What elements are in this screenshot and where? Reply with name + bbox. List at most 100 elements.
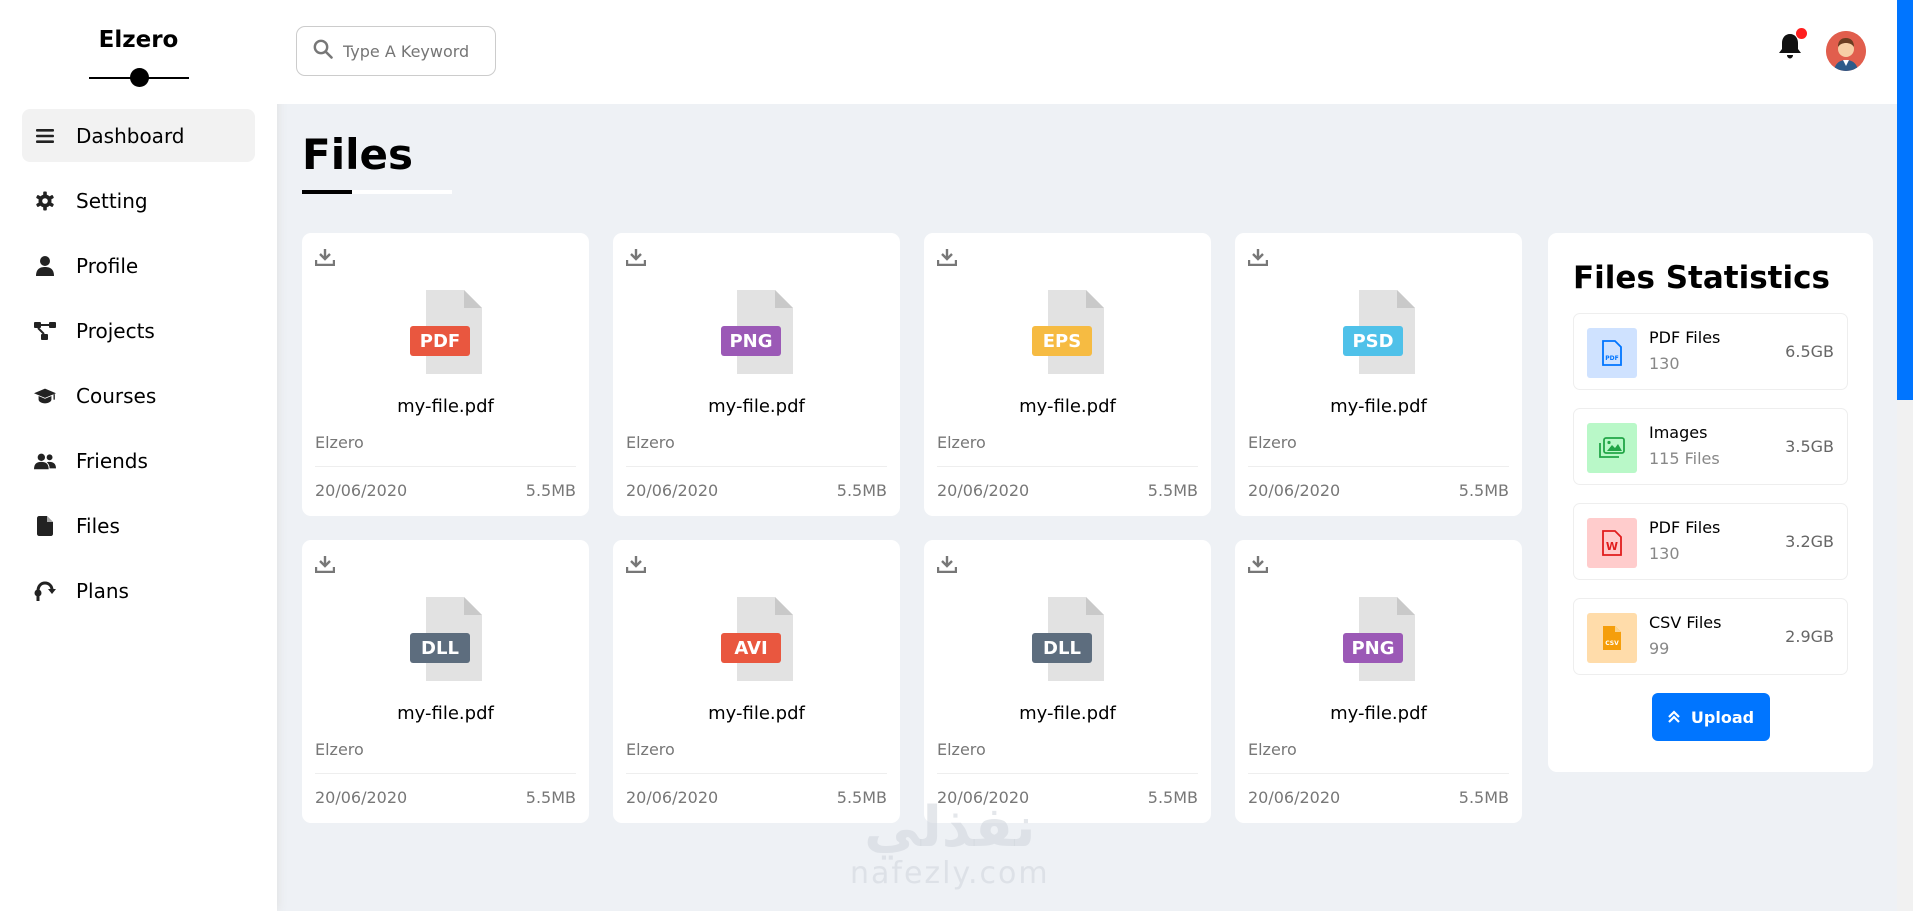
svg-text:CSV: CSV	[1605, 640, 1619, 647]
search-box[interactable]	[296, 26, 496, 76]
svg-text:EPS: EPS	[1043, 331, 1081, 352]
stat-label: PDF Files	[1649, 518, 1721, 537]
sidebar-item-friends[interactable]: Friends	[22, 434, 255, 487]
svg-text:AVI: AVI	[734, 638, 767, 659]
file-date: 20/06/2020	[315, 481, 408, 500]
svg-text:DLL: DLL	[421, 638, 459, 659]
svg-text:PNG: PNG	[1351, 638, 1394, 659]
notification-button[interactable]	[1777, 28, 1807, 64]
svg-text:DLL: DLL	[1043, 638, 1081, 659]
file-type-icon: EPS	[1032, 290, 1112, 374]
file-name: my-file.pdf	[1019, 703, 1116, 724]
stat-count: 130	[1649, 354, 1680, 373]
angles-up-icon	[1667, 710, 1681, 724]
user-icon	[34, 255, 56, 277]
file-size: 5.5MB	[836, 481, 887, 500]
avatar[interactable]	[1826, 31, 1866, 71]
card-divider	[626, 773, 887, 774]
file-owner: Elzero	[315, 740, 364, 759]
search-input[interactable]	[343, 41, 483, 61]
file-size: 5.5MB	[525, 481, 576, 500]
file-name: my-file.pdf	[708, 703, 805, 724]
brand-divider	[88, 68, 189, 87]
file-size: 5.5MB	[1458, 788, 1509, 807]
download-icon[interactable]	[314, 248, 336, 270]
file-type-icon: PNG	[721, 290, 801, 374]
sidebar-nav: Dashboard Setting Profile Projects Cours…	[0, 109, 277, 617]
download-icon[interactable]	[314, 555, 336, 577]
file-name: my-file.pdf	[397, 396, 494, 417]
file-owner: Elzero	[937, 740, 986, 759]
plan-icon	[34, 580, 56, 602]
download-icon[interactable]	[1247, 555, 1269, 577]
svg-text:PNG: PNG	[729, 331, 772, 352]
file-name: my-file.pdf	[1019, 396, 1116, 417]
diagram-project-icon	[34, 320, 56, 342]
sidebar-item-courses[interactable]: Courses	[22, 369, 255, 422]
files-statistics-panel: Files Statistics PDF PDF Files 130 6.5GB…	[1548, 233, 1873, 772]
file-size: 5.5MB	[1458, 481, 1509, 500]
scrollbar-thumb[interactable]	[1897, 0, 1913, 400]
file-name: my-file.pdf	[1330, 396, 1427, 417]
stat-size: 3.2GB	[1785, 532, 1834, 551]
sidebar: Elzero Dashboard Setting Profile Project…	[0, 0, 277, 911]
file-date: 20/06/2020	[626, 481, 719, 500]
sidebar-item-label: Dashboard	[76, 123, 185, 148]
search-icon	[313, 39, 333, 63]
svg-text:PDF: PDF	[1605, 355, 1618, 362]
sidebar-item-label: Courses	[76, 383, 157, 408]
file-owner: Elzero	[1248, 740, 1297, 759]
stat-size: 2.9GB	[1785, 627, 1834, 646]
download-icon[interactable]	[625, 555, 647, 577]
file-size: 5.5MB	[525, 788, 576, 807]
sidebar-item-plans[interactable]: Plans	[22, 564, 255, 617]
file-type-icon: PNG	[1343, 597, 1423, 681]
file-type-icon: DLL	[410, 597, 490, 681]
svg-text:W: W	[1606, 540, 1618, 553]
svg-text:PDF: PDF	[420, 331, 460, 352]
download-icon[interactable]	[1247, 248, 1269, 270]
sidebar-item-setting[interactable]: Setting	[22, 174, 255, 227]
card-divider	[1248, 773, 1509, 774]
sidebar-item-profile[interactable]: Profile	[22, 239, 255, 292]
download-icon[interactable]	[625, 248, 647, 270]
sidebar-item-files[interactable]: Files	[22, 499, 255, 552]
file-icon	[34, 515, 56, 537]
file-date: 20/06/2020	[1248, 481, 1341, 500]
sidebar-item-label: Friends	[76, 448, 148, 473]
file-card: EPS my-file.pdf Elzero 20/06/2020 5.5MB	[924, 233, 1211, 516]
file-owner: Elzero	[1248, 433, 1297, 452]
upload-button-label: Upload	[1690, 707, 1755, 727]
download-icon[interactable]	[936, 555, 958, 577]
stat-label: PDF Files	[1649, 328, 1721, 347]
file-type-icon: PDF	[410, 290, 490, 374]
file-date: 20/06/2020	[626, 788, 719, 807]
users-icon	[34, 450, 56, 472]
stats-title: Files Statistics	[1573, 260, 1830, 296]
graduation-cap-icon	[34, 385, 56, 407]
sidebar-item-dashboard[interactable]: Dashboard	[22, 109, 255, 162]
download-icon[interactable]	[936, 248, 958, 270]
file-card: PSD my-file.pdf Elzero 20/06/2020 5.5MB	[1235, 233, 1522, 516]
sidebar-item-projects[interactable]: Projects	[22, 304, 255, 357]
sidebar-item-label: Projects	[76, 318, 155, 343]
file-owner: Elzero	[626, 433, 675, 452]
file-card: PNG my-file.pdf Elzero 20/06/2020 5.5MB	[613, 233, 900, 516]
file-size: 5.5MB	[1147, 481, 1198, 500]
file-type-icon: AVI	[721, 597, 801, 681]
file-name: my-file.pdf	[397, 703, 494, 724]
stat-count: 115 Files	[1649, 449, 1720, 468]
card-divider	[315, 773, 576, 774]
notification-dot	[1796, 28, 1807, 39]
page-title-underline	[302, 190, 452, 194]
page-scrollbar[interactable]	[1897, 0, 1913, 911]
upload-button[interactable]: Upload	[1651, 693, 1770, 741]
svg-text:PSD: PSD	[1352, 331, 1393, 352]
file-card: PNG my-file.pdf Elzero 20/06/2020 5.5MB	[1235, 540, 1522, 823]
card-divider	[937, 466, 1198, 467]
stat-item-pdf: PDF PDF Files 130 6.5GB	[1573, 313, 1848, 390]
sidebar-item-label: Setting	[76, 188, 148, 213]
stat-item-csv: CSV CSV Files 99 2.9GB	[1573, 598, 1848, 675]
word-file-icon: W	[1587, 518, 1637, 568]
file-card: DLL my-file.pdf Elzero 20/06/2020 5.5MB	[302, 540, 589, 823]
